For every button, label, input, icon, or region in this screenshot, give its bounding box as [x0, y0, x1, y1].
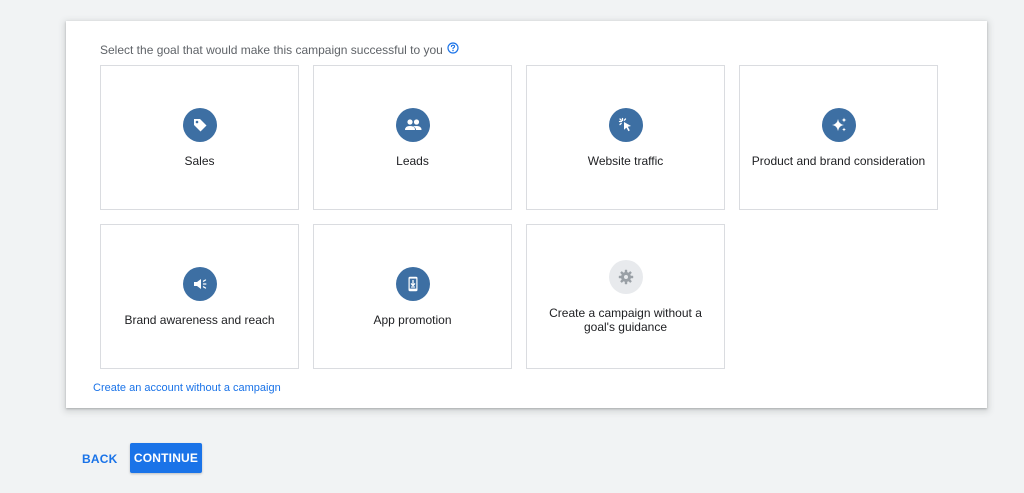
goal-label: Create a campaign without a goal's guida… [549, 305, 702, 334]
goal-tile-product-brand-consideration[interactable]: Product and brand consideration [739, 65, 938, 210]
goal-tile-sales[interactable]: Sales [100, 65, 299, 210]
cursor-click-icon [608, 107, 643, 142]
goal-tile-brand-awareness[interactable]: Brand awareness and reach [100, 224, 299, 369]
help-circle-icon[interactable] [447, 42, 459, 54]
goal-prompt: Select the goal that would make this cam… [100, 42, 459, 57]
goal-tile-leads[interactable]: Leads [313, 65, 512, 210]
people-icon [395, 107, 430, 142]
sparkle-icon [821, 107, 856, 142]
continue-button[interactable]: CONTINUE [130, 443, 202, 473]
goal-label: Website traffic [587, 153, 664, 168]
goal-tile-website-traffic[interactable]: Website traffic [526, 65, 725, 210]
goal-label: Brand awareness and reach [124, 312, 275, 327]
goal-tile-app-promotion[interactable]: App promotion [313, 224, 512, 369]
gear-icon [608, 259, 643, 294]
tag-icon [182, 107, 217, 142]
goal-selection-card: Select the goal that would make this cam… [66, 21, 987, 408]
create-account-without-campaign-link[interactable]: Create an account without a campaign [93, 382, 281, 394]
goal-label: Sales [184, 153, 215, 168]
goal-tile-no-goal[interactable]: Create a campaign without a goal's guida… [526, 224, 725, 369]
back-button[interactable]: BACK [74, 444, 125, 474]
goal-label: Leads [396, 153, 429, 168]
goal-label: App promotion [373, 312, 452, 327]
goal-label: Product and brand consideration [751, 153, 926, 168]
phone-download-icon [395, 266, 430, 301]
goal-prompt-text: Select the goal that would make this cam… [100, 43, 443, 57]
megaphone-icon [182, 266, 217, 301]
